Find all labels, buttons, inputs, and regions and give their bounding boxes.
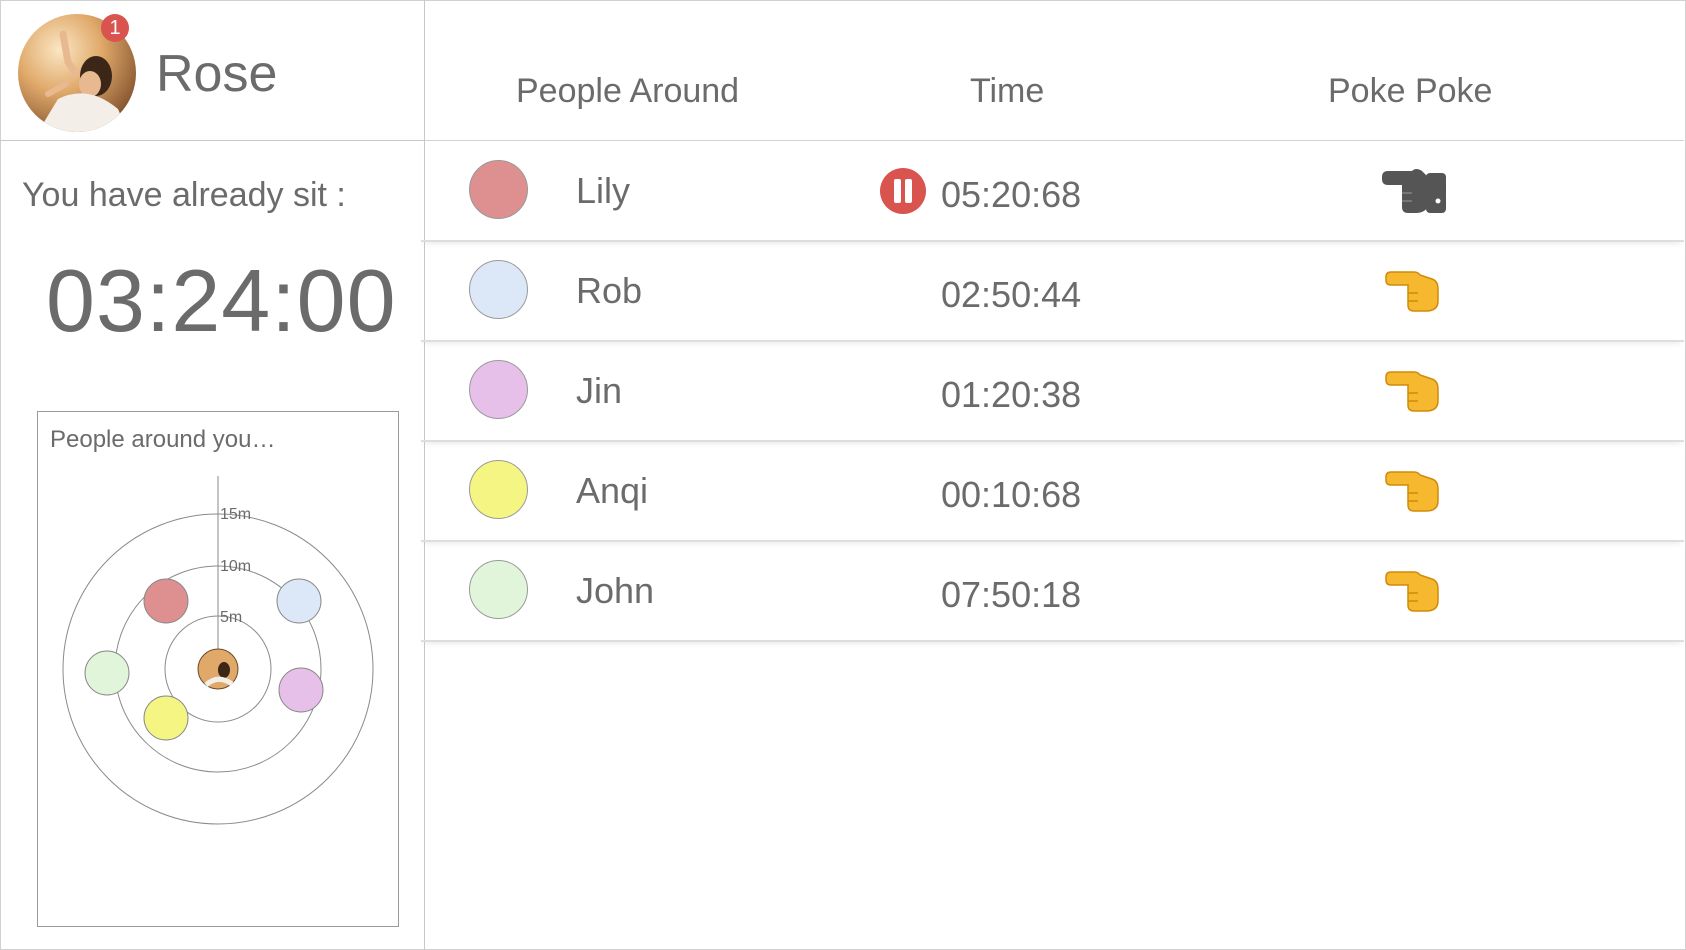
table-row: Jin 01:20:38	[421, 341, 1684, 442]
pointing-hand-icon[interactable]	[1380, 263, 1450, 319]
radar-dot-lily[interactable]	[143, 578, 189, 624]
table-row: John 07:50:18	[421, 541, 1684, 642]
table-row: Rob 02:50:44	[421, 241, 1684, 342]
nearby-radar-panel: People around you… 15m 10m 5m	[37, 411, 399, 927]
person-color-dot	[469, 460, 528, 519]
header-time: Time	[970, 72, 1045, 110]
person-time: 02:50:44	[941, 274, 1082, 315]
radar-dot-rob[interactable]	[276, 578, 322, 624]
person-color-dot	[469, 260, 528, 319]
pointing-hand-icon[interactable]	[1380, 463, 1450, 519]
table-row: Lily 05:20:68	[421, 141, 1684, 242]
person-name: Jin	[576, 370, 623, 411]
radar-dot-john[interactable]	[84, 650, 130, 696]
radar-dot-anqi[interactable]	[143, 695, 189, 741]
user-name: Rose	[156, 45, 278, 103]
radar-self-avatar-icon	[197, 648, 239, 690]
person-time: 07:50:18	[941, 574, 1082, 615]
profile-header: 1 Rose	[0, 0, 424, 141]
pointing-hand-icon[interactable]	[1380, 363, 1450, 419]
person-name: Lily	[576, 170, 631, 211]
person-name: John	[576, 570, 655, 611]
radar-label-5m: 5m	[220, 609, 242, 626]
radar-label-10m: 10m	[220, 558, 251, 575]
header-people-around: People Around	[516, 72, 740, 110]
person-color-dot	[469, 560, 528, 619]
person-time: 01:20:38	[941, 374, 1082, 415]
sit-duration-timer: 03:24:00	[46, 251, 397, 350]
person-time: 05:20:68	[941, 174, 1082, 215]
sit-duration-label: You have already sit :	[22, 176, 346, 214]
sidebar: 1 Rose You have already sit : 03:24:00 P…	[0, 0, 425, 950]
person-color-dot	[469, 360, 528, 419]
person-name: Anqi	[576, 470, 649, 511]
pointing-hand-icon[interactable]	[1380, 563, 1450, 619]
person-color-dot	[469, 160, 528, 219]
notification-badge[interactable]: 1	[101, 14, 129, 42]
header-poke: Poke Poke	[1328, 72, 1493, 110]
person-time: 00:10:68	[941, 474, 1082, 515]
pointing-hand-icon-inactive[interactable]	[1380, 163, 1450, 219]
table-row: Anqi 00:10:68	[421, 441, 1684, 542]
person-name: Rob	[576, 270, 643, 311]
radar-map: 15m 10m 5m	[62, 476, 374, 825]
radar-label-15m: 15m	[220, 506, 251, 523]
pause-icon[interactable]	[880, 168, 926, 214]
radar-dot-jin[interactable]	[278, 667, 324, 713]
table-header: People Around Time Poke Poke	[425, 0, 1684, 141]
